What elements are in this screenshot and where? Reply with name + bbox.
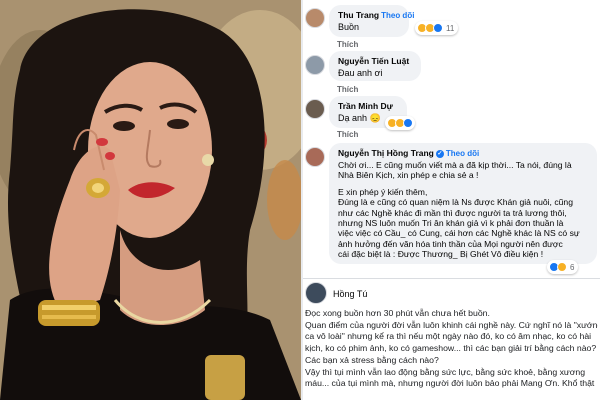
avatar[interactable] (305, 99, 325, 119)
reaction-summary[interactable]: 11 (415, 21, 459, 35)
comment-text: Buồn (338, 22, 360, 32)
avatar[interactable] (305, 55, 325, 75)
like-button[interactable]: Thích (337, 40, 358, 49)
reaction-summary[interactable]: 6 (547, 260, 579, 274)
like-reaction-icon (403, 118, 413, 128)
comment-author[interactable]: Nguyễn Tiến Luật (338, 56, 412, 66)
comment-author[interactable]: Nguyễn Thị Hồng Trang (338, 148, 434, 158)
comment-text: Đau anh ơi (338, 68, 383, 78)
reaction-count: 6 (570, 262, 575, 272)
like-button[interactable]: Thích (337, 85, 358, 94)
divider (303, 278, 600, 279)
reaction-summary[interactable] (385, 116, 415, 130)
avatar[interactable] (305, 147, 325, 167)
avatar[interactable] (305, 282, 327, 304)
post-author[interactable]: Hồng Tú (333, 289, 367, 299)
follow-link[interactable]: Theo dõi (446, 149, 479, 158)
avatar[interactable] (305, 8, 325, 28)
verified-badge-icon: ✓ (435, 150, 444, 158)
comment-bubble: Nguyễn Thị Hồng Trang ✓ Theo dõi Chời ơi..… (329, 143, 597, 264)
follow-link[interactable]: Theo dõi (381, 11, 414, 20)
comment-bubble: Thu Trang Theo dõi Buồn (329, 5, 414, 37)
like-button[interactable]: Thích (337, 130, 358, 139)
photo-illustration (0, 0, 301, 400)
comments-panel: Thu Trang Theo dõi Buồn 11 Thích Nguyễn T… (303, 0, 600, 400)
woman-photo (0, 0, 301, 400)
haha-reaction-icon (557, 262, 567, 272)
comment-text: Chời ơi... E cũng muốn viết mà a đã kịp … (338, 160, 580, 260)
comment-bubble: Nguyễn Tiến Luật Đau anh ơi (329, 51, 421, 81)
reaction-count: 11 (446, 23, 455, 33)
post-text: Đọc xong buồn hơn 30 phút vẫn chưa hết b… (305, 308, 598, 389)
comment-author[interactable]: Trần Minh Dự (338, 101, 398, 111)
like-reaction-icon (433, 23, 443, 33)
comment-author[interactable]: Thu Trang (338, 10, 379, 20)
